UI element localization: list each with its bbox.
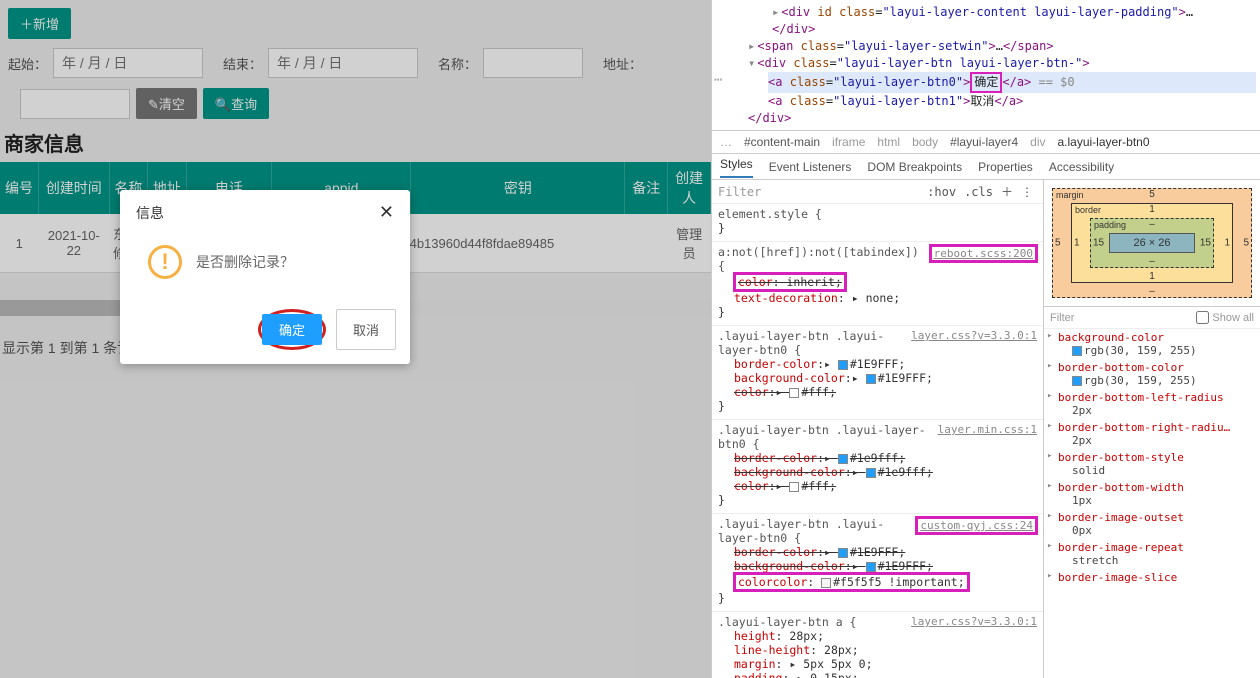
styles-pane[interactable]: Filter :hov .cls ＋ ⋮ element.style { } r… (712, 180, 1044, 678)
dialog-message: 是否删除记录？ (196, 252, 294, 272)
ok-button[interactable]: 确定 (262, 314, 322, 345)
style-rule: layer.css?v=3.3.0:1 .layui-layer-btn a {… (712, 612, 1043, 678)
add-rule-icon[interactable]: ＋ (997, 183, 1017, 200)
styles-filter[interactable]: Filter (718, 185, 761, 199)
ok-button-highlight: 确定 (258, 309, 326, 350)
app-panel: ＋新增 起始： 结束： 名称： 地址： ✎清空 🔍查询 商家信息 编号 创建时间… (0, 0, 711, 678)
breadcrumb[interactable]: … #content-main iframe html body #layui-… (712, 130, 1260, 154)
hov-toggle[interactable]: :hov (923, 185, 960, 199)
overflow-dots: ⋯ (714, 72, 724, 89)
devtools-panel: ⋯ ▸<div id class="layui-layer-content la… (711, 0, 1260, 678)
source-link[interactable]: layer.min.css:1 (938, 423, 1037, 436)
tab-styles[interactable]: Styles (720, 157, 753, 178)
elements-tree[interactable]: ⋯ ▸<div id class="layui-layer-content la… (712, 0, 1260, 130)
style-rule: layer.min.css:1 .layui-layer-btn .layui-… (712, 420, 1043, 514)
box-model[interactable]: margin 5–55 border 1111 padding ––1515 2… (1044, 180, 1260, 307)
style-rule: layer.css?v=3.3.0:1 .layui-layer-btn .la… (712, 326, 1043, 420)
tab-event-listeners[interactable]: Event Listeners (769, 160, 852, 174)
show-all-checkbox[interactable] (1196, 311, 1209, 324)
selected-node-text: 确定 (970, 72, 1002, 93)
styles-subtabs: Styles Event Listeners DOM Breakpoints P… (712, 154, 1260, 180)
more-icon[interactable]: ⋮ (1017, 185, 1037, 199)
box-content: 26 × 26 (1109, 233, 1195, 253)
close-icon[interactable]: ✕ (379, 202, 394, 223)
tab-accessibility[interactable]: Accessibility (1049, 160, 1114, 174)
cancel-button[interactable]: 取消 (336, 309, 396, 350)
dialog-title: 信息 (136, 203, 164, 223)
source-link[interactable]: layer.css?v=3.3.0:1 (911, 329, 1037, 342)
tab-dom-breakpoints[interactable]: DOM Breakpoints (867, 160, 962, 174)
style-rule: reboot.scss:200 a:not([href]):not([tabin… (712, 242, 1043, 326)
confirm-dialog: 信息 ✕ ! 是否删除记录？ 确定 取消 (120, 190, 410, 364)
source-link[interactable]: reboot.scss:200 (929, 244, 1038, 263)
style-rule: custom-qyj.css:24 .layui-layer-btn .layu… (712, 514, 1043, 612)
tab-properties[interactable]: Properties (978, 160, 1033, 174)
warning-icon: ! (148, 245, 182, 279)
source-link[interactable]: custom-qyj.css:24 (915, 516, 1038, 535)
cls-toggle[interactable]: .cls (960, 185, 997, 199)
computed-list[interactable]: background-colorrgb(30, 159, 255)border-… (1044, 329, 1260, 678)
style-rule: element.style { } (712, 204, 1043, 242)
source-link[interactable]: layer.css?v=3.3.0:1 (911, 615, 1037, 628)
computed-pane: margin 5–55 border 1111 padding ––1515 2… (1044, 180, 1260, 678)
computed-filter[interactable]: Filter (1050, 312, 1074, 324)
